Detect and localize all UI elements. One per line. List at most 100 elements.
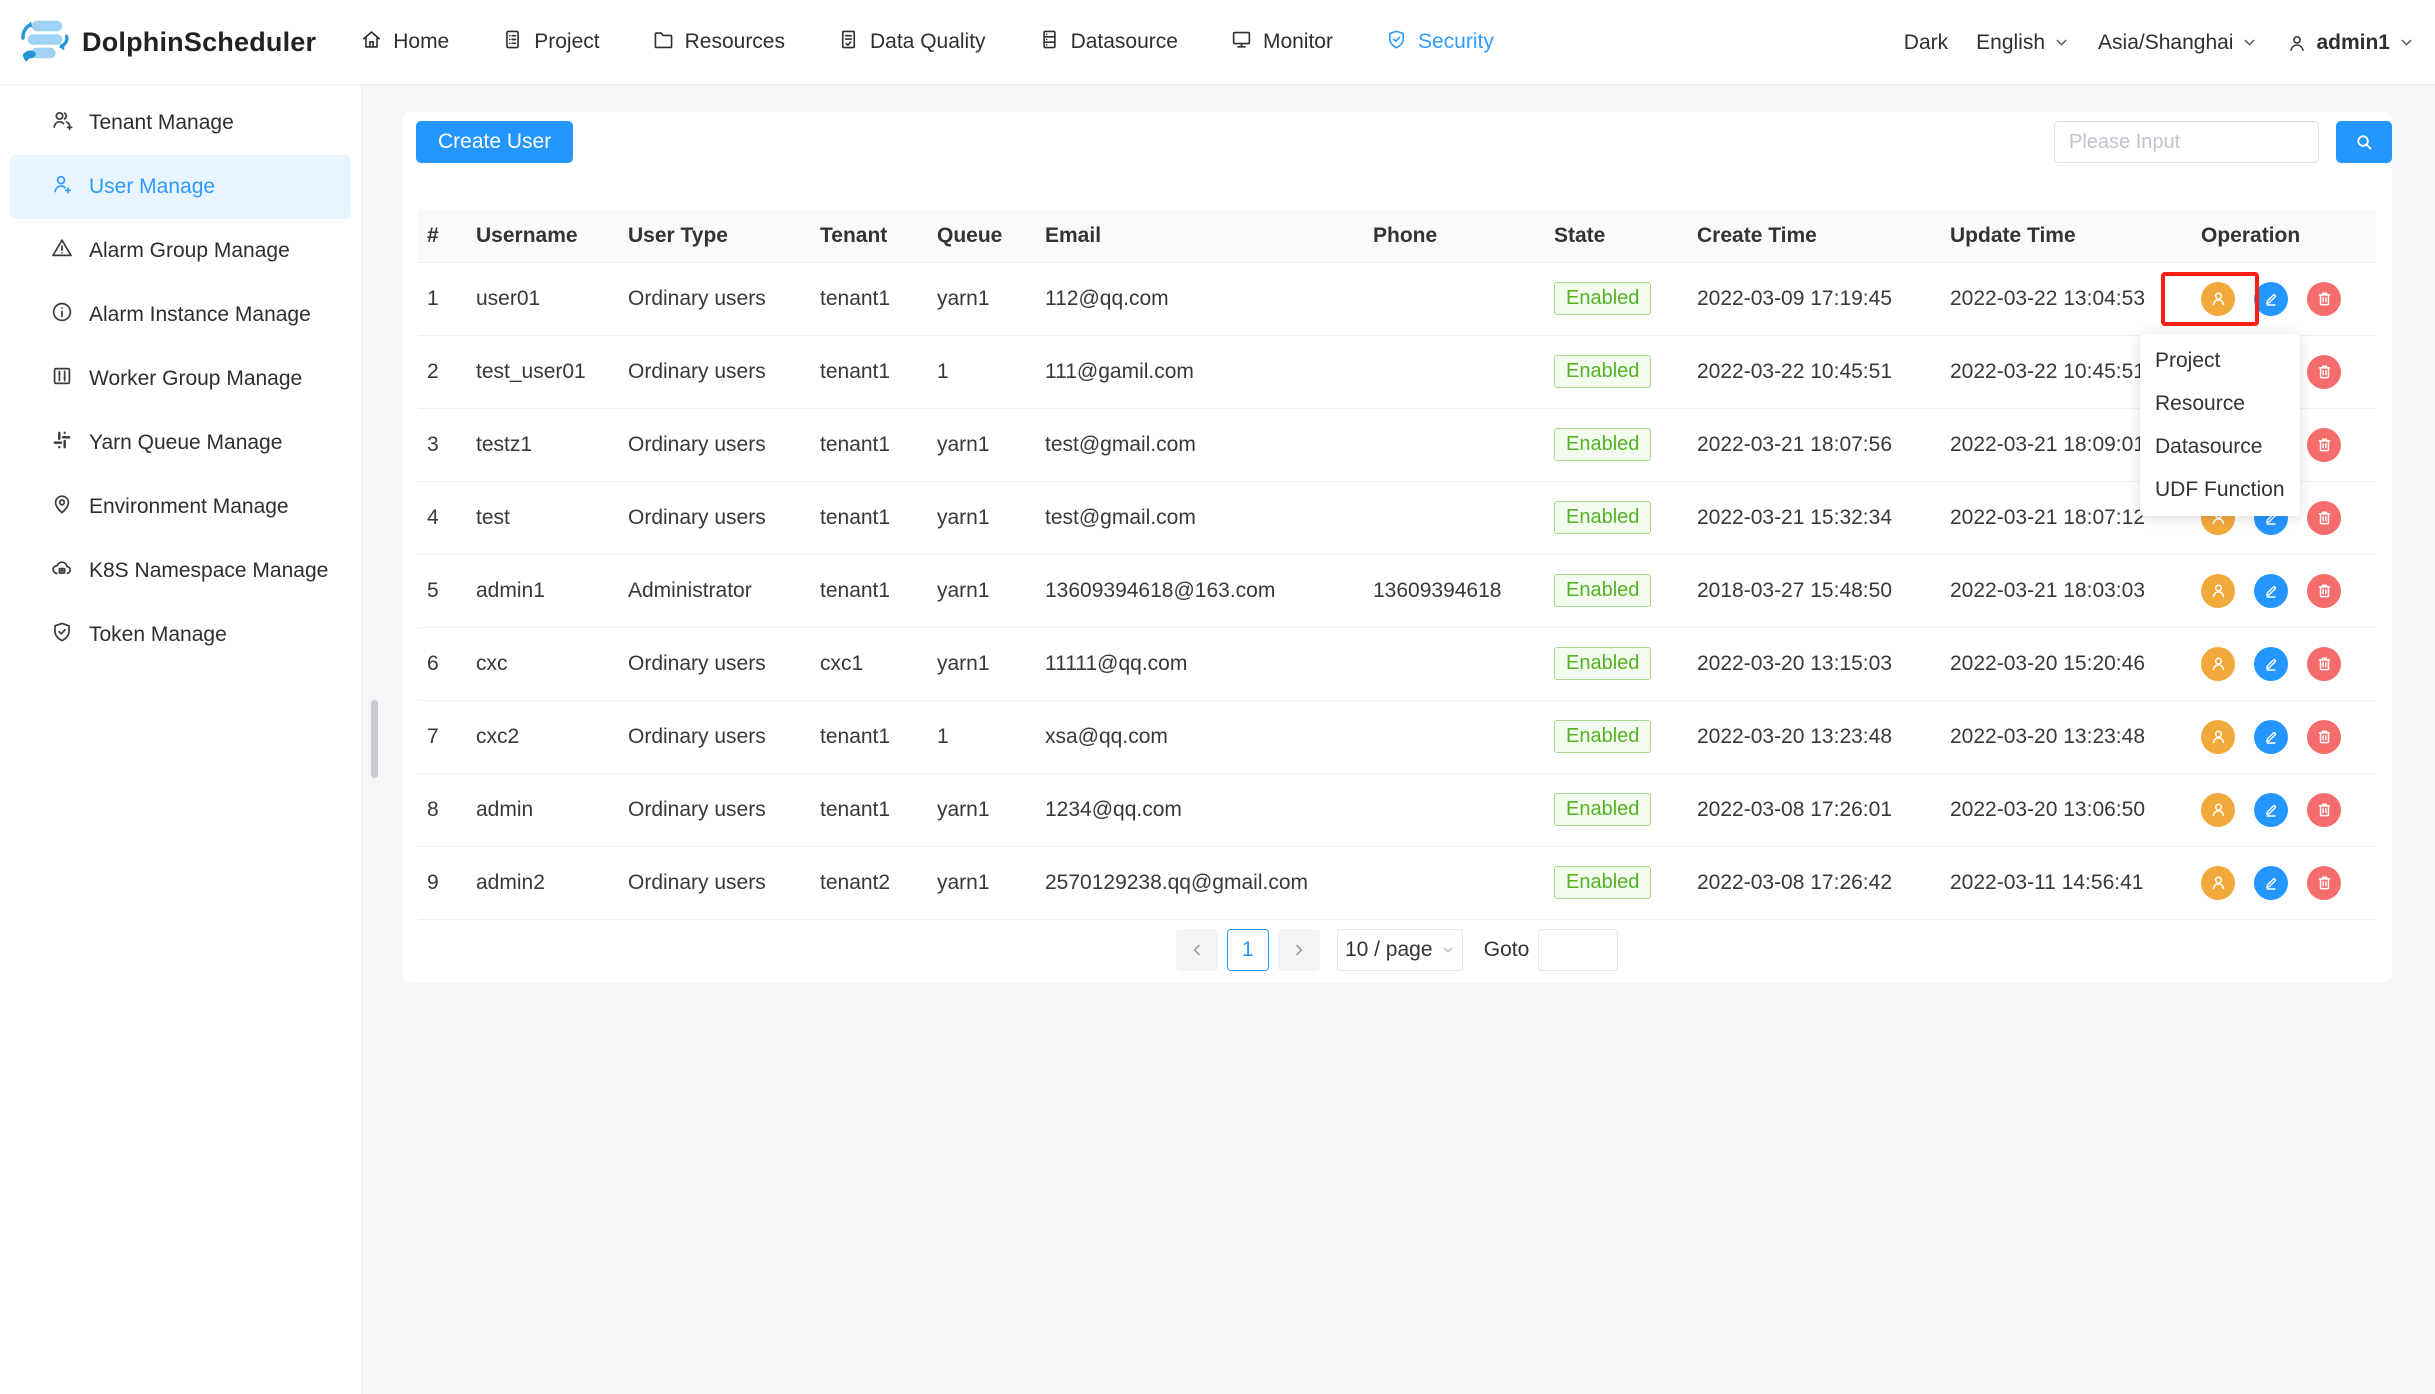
dropdown-item-udf-function[interactable]: UDF Function (2140, 468, 2300, 511)
row-user-type: Ordinary users (628, 627, 820, 700)
warning-triangle-icon (50, 236, 74, 266)
sidebar-item-label: User Manage (89, 175, 215, 199)
dolphinscheduler-logo-icon (16, 16, 74, 69)
prev-page-button[interactable] (1176, 929, 1218, 971)
row-tenant: cxc1 (820, 627, 937, 700)
language-select[interactable]: English (1976, 31, 2070, 55)
delete-user-button[interactable] (2307, 428, 2341, 462)
goto-page-input[interactable] (1538, 929, 1618, 971)
sidebar-item-yarn-queue-manage[interactable]: Yarn Queue Manage (0, 411, 361, 475)
row-update-time: 2022-03-20 13:06:50 (1950, 773, 2201, 846)
timezone-label: Asia/Shanghai (2098, 31, 2233, 55)
user-icon (2209, 727, 2228, 746)
delete-user-button[interactable] (2307, 720, 2341, 754)
delete-user-button[interactable] (2307, 355, 2341, 389)
row-tenant: tenant1 (820, 481, 937, 554)
sidebar-item-k8s-namespace-manage[interactable]: K8S Namespace Manage (0, 539, 361, 603)
timezone-select[interactable]: Asia/Shanghai (2098, 31, 2258, 55)
authorize-user-button[interactable] (2201, 720, 2235, 754)
row-create-time: 2022-03-09 17:19:45 (1697, 262, 1950, 335)
search-input[interactable] (2054, 121, 2319, 163)
search-button[interactable] (2336, 121, 2392, 163)
user-menu[interactable]: admin1 (2286, 31, 2415, 55)
col-update-time: Update Time (1950, 210, 2201, 262)
row-tenant: tenant1 (820, 335, 937, 408)
delete-user-button[interactable] (2307, 866, 2341, 900)
sidebar-item-alarm-group-manage[interactable]: Alarm Group Manage (0, 219, 361, 283)
row-tenant: tenant2 (820, 846, 937, 919)
authorize-user-button[interactable] (2201, 282, 2235, 316)
brand-name: DolphinScheduler (82, 27, 316, 58)
shield-check-icon (50, 620, 74, 650)
status-badge: Enabled (1554, 428, 1651, 461)
dropdown-item-resource[interactable]: Resource (2140, 382, 2300, 425)
next-page-button[interactable] (1278, 929, 1320, 971)
nav-item-home[interactable]: Home (360, 28, 449, 57)
sidebar-item-environment-manage[interactable]: Environment Manage (0, 475, 361, 539)
dropdown-item-datasource[interactable]: Datasource (2140, 425, 2300, 468)
nav-item-datasource[interactable]: Datasource (1038, 28, 1178, 57)
row-create-time: 2022-03-20 13:23:48 (1697, 700, 1950, 773)
row-phone (1373, 481, 1554, 554)
user-icon (2209, 873, 2228, 892)
authorize-user-button[interactable] (2201, 574, 2235, 608)
sidebar-item-token-manage[interactable]: Token Manage (0, 603, 361, 667)
row-queue: yarn1 (937, 627, 1045, 700)
delete-user-button[interactable] (2307, 574, 2341, 608)
delete-user-button[interactable] (2307, 501, 2341, 535)
nav-item-security[interactable]: Security (1385, 28, 1494, 57)
delete-user-button[interactable] (2307, 793, 2341, 827)
authorize-user-button[interactable] (2201, 647, 2235, 681)
sliders-icon (50, 364, 74, 394)
nav-item-data-quality[interactable]: Data Quality (837, 28, 986, 57)
user-icon (2209, 289, 2228, 308)
page-size-value: 10 / page (1345, 938, 1433, 962)
table-row: 3testz1Ordinary userstenant1yarn1test@gm… (418, 408, 2376, 481)
row-create-time: 2022-03-08 17:26:42 (1697, 846, 1950, 919)
sidebar-item-tenant-manage[interactable]: Tenant Manage (0, 91, 361, 155)
status-badge: Enabled (1554, 720, 1651, 753)
theme-toggle[interactable]: Dark (1904, 31, 1948, 55)
create-user-button[interactable]: Create User (416, 121, 573, 163)
nav-menu: Home Project Resources Data Quality Data… (360, 28, 1494, 57)
page-size-select[interactable]: 10 / page (1337, 929, 1463, 971)
row-create-time: 2022-03-08 17:26:01 (1697, 773, 1950, 846)
nav-item-resources[interactable]: Resources (652, 28, 785, 57)
trash-icon (2315, 800, 2334, 819)
edit-user-button[interactable] (2254, 574, 2288, 608)
edit-user-button[interactable] (2254, 282, 2288, 316)
edit-user-button[interactable] (2254, 866, 2288, 900)
status-badge: Enabled (1554, 647, 1651, 680)
sidebar-item-user-manage[interactable]: User Manage (10, 155, 351, 219)
sidebar-item-worker-group-manage[interactable]: Worker Group Manage (0, 347, 361, 411)
row-user-type: Ordinary users (628, 335, 820, 408)
username-label: admin1 (2316, 31, 2390, 55)
status-badge: Enabled (1554, 282, 1651, 315)
row-tenant: tenant1 (820, 408, 937, 481)
cloud-icon (50, 556, 74, 586)
nav-item-label: Home (393, 30, 449, 54)
pencil-icon (2262, 801, 2280, 819)
user-icon (2209, 800, 2228, 819)
delete-user-button[interactable] (2307, 647, 2341, 681)
delete-user-button[interactable] (2307, 282, 2341, 316)
row-create-time: 2018-03-27 15:48:50 (1697, 554, 1950, 627)
nav-item-monitor[interactable]: Monitor (1230, 28, 1333, 57)
scrollbar-handle[interactable] (371, 700, 378, 778)
dropdown-item-project[interactable]: Project (2140, 339, 2300, 382)
sidebar-item-alarm-instance-manage[interactable]: Alarm Instance Manage (0, 283, 361, 347)
row-phone (1373, 262, 1554, 335)
page-number-button[interactable]: 1 (1227, 929, 1269, 971)
edit-user-button[interactable] (2254, 720, 2288, 754)
brand[interactable]: DolphinScheduler (16, 16, 316, 69)
edit-user-button[interactable] (2254, 647, 2288, 681)
pencil-icon (2262, 874, 2280, 892)
trash-icon (2315, 435, 2334, 454)
authorize-user-button[interactable] (2201, 793, 2235, 827)
language-label: English (1976, 31, 2045, 55)
authorize-user-button[interactable] (2201, 866, 2235, 900)
col-tenant: Tenant (820, 210, 937, 262)
nav-item-label: Monitor (1263, 30, 1333, 54)
edit-user-button[interactable] (2254, 793, 2288, 827)
nav-item-project[interactable]: Project (501, 28, 599, 57)
